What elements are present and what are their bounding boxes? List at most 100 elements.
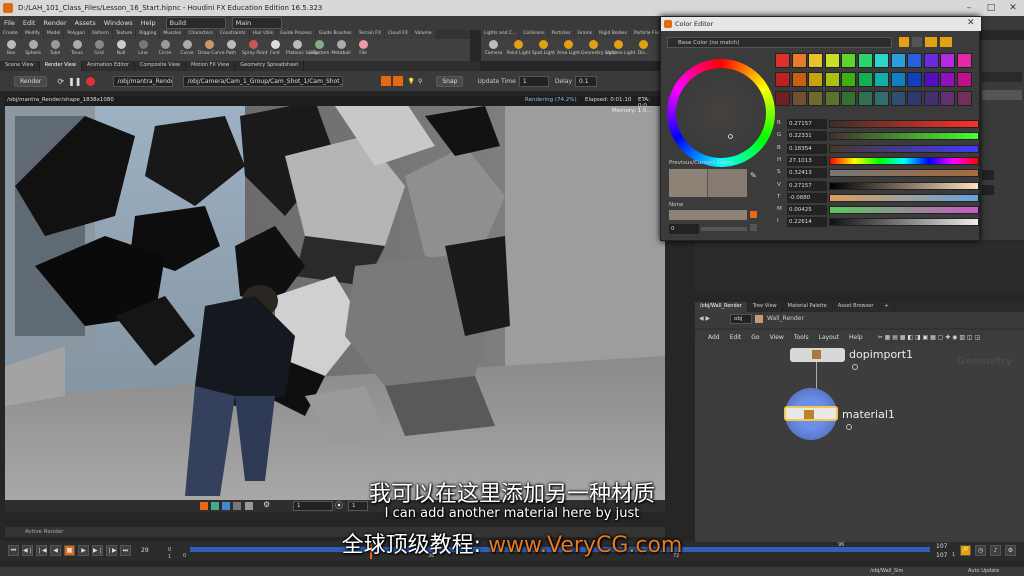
restart-icon[interactable]: ⟳ <box>57 77 64 86</box>
palette-swatch[interactable] <box>857 91 873 106</box>
mode-icon-3[interactable] <box>925 37 937 47</box>
pane-tab-motion-fx-view[interactable]: Motion FX View <box>186 61 236 71</box>
palette-swatch[interactable] <box>857 72 873 87</box>
tool-null[interactable]: Null <box>110 39 132 61</box>
pane-tab-render-view[interactable]: Render View <box>39 61 82 71</box>
shelf-tab-hair-utils[interactable]: Hair Utils <box>249 30 277 39</box>
maximize-button[interactable]: □ <box>980 0 1002 16</box>
net-menu-help[interactable]: Help <box>844 334 868 341</box>
palette-swatch[interactable] <box>890 91 906 106</box>
mode-icon-2[interactable] <box>912 37 922 47</box>
pause-icon[interactable]: ❚❚ <box>68 77 81 86</box>
palette-swatch[interactable] <box>940 53 955 68</box>
shelf-tab-rigging[interactable]: Rigging <box>136 30 160 39</box>
palette-swatch[interactable] <box>824 91 840 106</box>
palette-swatch[interactable] <box>791 53 807 68</box>
net-menu-view[interactable]: View <box>765 334 789 341</box>
shelf-tab-lights-and-c-[interactable]: Lights and C... <box>481 30 520 39</box>
palette-swatch[interactable] <box>775 72 790 87</box>
rop-field[interactable]: /obj/mantra_Render <box>113 75 174 87</box>
delay-field[interactable]: 0.1 <box>575 75 598 87</box>
tab-material-palette[interactable]: Material Palette <box>783 302 833 312</box>
palette-swatch[interactable] <box>857 53 873 68</box>
tool-box[interactable]: Box <box>0 39 22 61</box>
color-swatch-small-2[interactable] <box>982 185 994 195</box>
palette-swatch[interactable] <box>923 72 939 87</box>
tool-grid[interactable]: Grid <box>88 39 110 61</box>
color-editor-close-icon[interactable]: ✕ <box>967 18 975 28</box>
palette-swatch[interactable] <box>841 72 856 87</box>
slider-track[interactable] <box>829 181 979 190</box>
slider-track[interactable] <box>829 169 979 178</box>
shelf-tab-rigid-bodies[interactable]: Rigid Bodies <box>596 30 630 39</box>
none-value-slider[interactable] <box>701 227 747 231</box>
slider-track[interactable] <box>829 120 979 128</box>
palette-swatch[interactable] <box>923 53 939 68</box>
shelf-tab-collisions[interactable]: Collisions <box>520 30 548 39</box>
camera-field[interactable]: /obj/Camera/Cam_1_Group/Cam_Shot_1/Cam_S… <box>183 75 344 87</box>
palette-swatch[interactable] <box>907 91 922 106</box>
tools-icon[interactable]: ✂ ▦ ▤ ▦ ◧ ◨ ▣ ▦ ▢ ✚ ◉ ▥ ◫ ◲ <box>878 334 980 341</box>
path-node[interactable]: Wall_Render <box>767 315 804 322</box>
back-arrow-icon[interactable]: ◀ ▶ <box>699 315 710 322</box>
slider-value-field[interactable]: 27.1013 <box>787 155 827 166</box>
palette-swatch[interactable] <box>907 53 922 68</box>
tool-area-light[interactable]: Area Light <box>556 39 581 61</box>
shelf-tab-model[interactable]: Model <box>43 30 64 39</box>
light-icon[interactable]: 💡 <box>407 78 414 85</box>
shelf-tab-terrain-fx[interactable]: Terrain FX <box>355 30 384 39</box>
path-obj[interactable]: obj <box>730 314 752 324</box>
tool-sphere[interactable]: Sphere <box>22 39 44 61</box>
snap-button[interactable]: Snap <box>436 75 464 87</box>
shelf-tab-particle-flu-[interactable]: Particle Flu... <box>630 30 661 39</box>
tool-font[interactable]: Font <box>264 39 286 61</box>
palette-swatch[interactable] <box>775 53 790 68</box>
palette-swatch[interactable] <box>824 72 840 87</box>
palette-swatch[interactable] <box>808 53 823 68</box>
slider-value-field[interactable]: 0.27157 <box>787 119 827 129</box>
tool-icon-a[interactable] <box>750 211 757 218</box>
slider-value-field[interactable]: 0.00425 <box>787 205 827 216</box>
shelf-tab-particles[interactable]: Particles <box>548 30 574 39</box>
snapshot-icon[interactable] <box>381 76 392 86</box>
slider-value-field[interactable]: 0.18354 <box>787 143 827 154</box>
desktop-dropdown[interactable]: Build <box>165 17 226 29</box>
minimize-button[interactable]: – <box>958 0 980 16</box>
palette-swatch[interactable] <box>956 72 972 87</box>
shelf-tab-constraints[interactable]: Constraints <box>216 30 249 39</box>
shelf-tab-create[interactable]: Create <box>0 30 21 39</box>
tool-geometry-light[interactable]: Geometry Light <box>581 39 616 61</box>
color-wheel[interactable] <box>667 59 775 167</box>
slider-track[interactable] <box>829 144 979 153</box>
palette-swatch[interactable] <box>808 72 823 87</box>
mode-icon-4[interactable] <box>940 37 952 47</box>
slider-value-field[interactable]: 0.32413 <box>787 168 827 179</box>
none-swatch[interactable] <box>669 210 747 220</box>
slider-track[interactable] <box>829 156 979 165</box>
palette-swatch[interactable] <box>874 53 889 68</box>
tool-torus[interactable]: Torus <box>66 39 88 61</box>
palette-swatch[interactable] <box>940 91 955 106</box>
region-icon[interactable] <box>393 76 404 86</box>
slider-value-field[interactable]: 0.22331 <box>787 131 827 142</box>
menu-file[interactable]: File <box>0 19 19 27</box>
tool-spray-paint[interactable]: Spray Paint <box>242 39 268 61</box>
slider-track[interactable] <box>829 206 979 215</box>
node-flag-material1[interactable] <box>846 424 852 430</box>
pane-tab-animation-editor[interactable]: Animation Editor <box>82 61 135 71</box>
tool-icon-b[interactable] <box>750 224 757 231</box>
menu-help[interactable]: Help <box>137 19 160 27</box>
palette-swatch[interactable] <box>890 53 906 68</box>
color-swatch-small[interactable] <box>982 170 994 180</box>
eyedropper-icon[interactable]: ✎ <box>750 171 757 180</box>
mode-icon-1[interactable] <box>899 37 909 47</box>
shelf-tab-grains[interactable]: Grains <box>574 30 596 39</box>
node-material1[interactable] <box>784 406 838 421</box>
tool-circle[interactable]: Circle <box>154 39 176 61</box>
palette-swatch[interactable] <box>874 91 889 106</box>
net-menu-edit[interactable]: Edit <box>725 334 747 341</box>
menu-assets[interactable]: Assets <box>71 19 100 27</box>
tool-l-system[interactable]: L-System <box>308 39 330 61</box>
node-flag-dopimport1[interactable] <box>852 364 858 370</box>
slider-track[interactable] <box>829 193 979 202</box>
